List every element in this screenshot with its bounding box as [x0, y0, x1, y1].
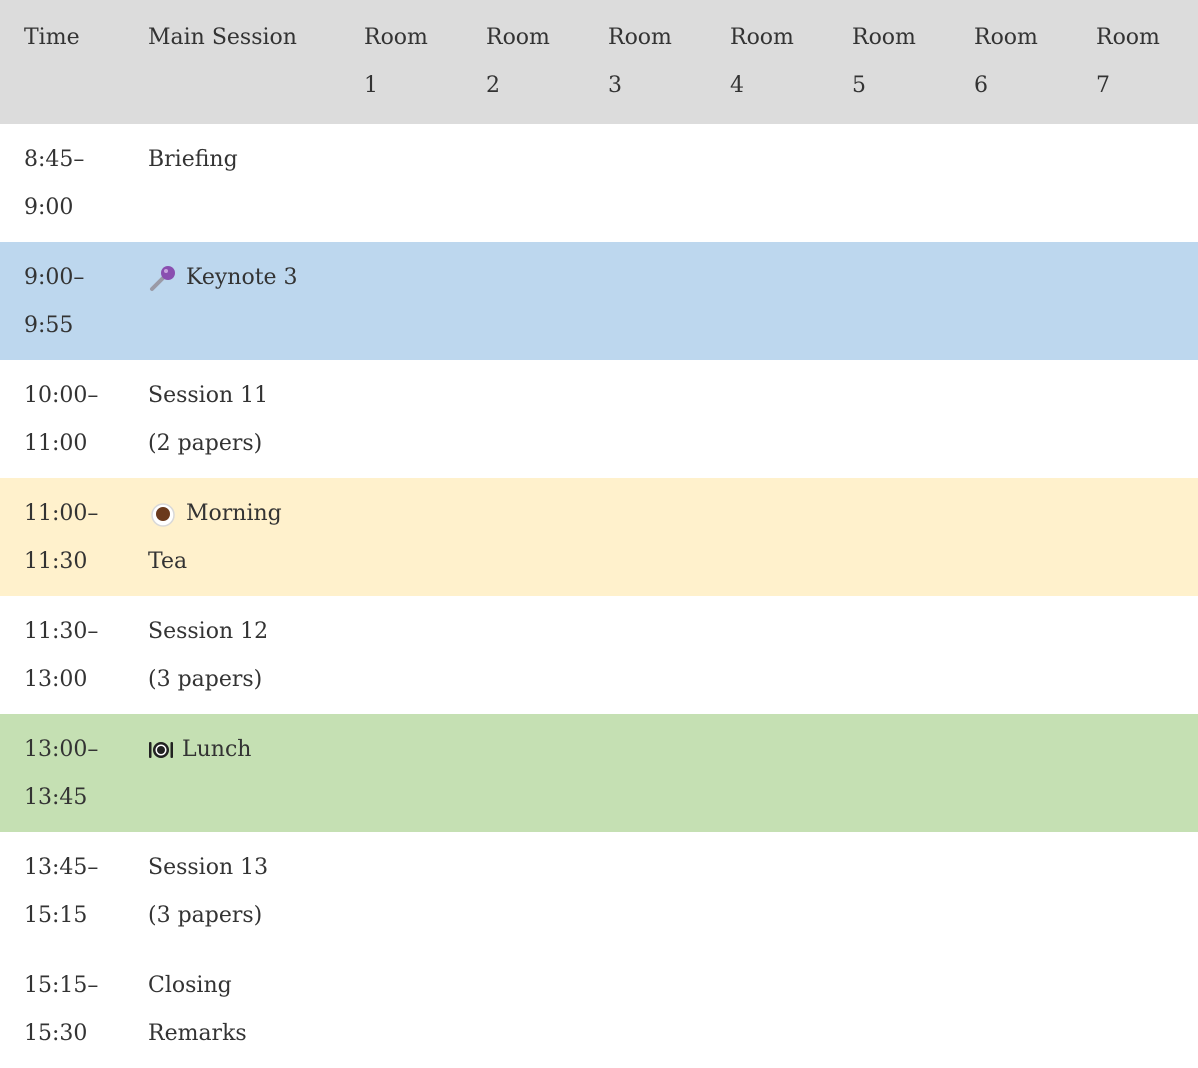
header-room-4: Room 4: [706, 0, 828, 124]
schedule-table: Time Main Session Room 1 Room 2 Room 3 R…: [0, 0, 1198, 1068]
header-room-number: 7: [1096, 73, 1110, 98]
header-room-7: Room 7: [1072, 0, 1198, 124]
time-end: 11:30: [24, 549, 88, 574]
session-title: Closing: [148, 973, 232, 998]
time-cell: 15:15– 15:30: [0, 950, 124, 1068]
header-room-number: 4: [730, 73, 744, 98]
time-cell: 11:00– 11:30: [0, 478, 124, 596]
session-title: Morning: [186, 501, 282, 526]
time-start: 13:00–: [24, 737, 99, 762]
session-subtitle: Tea: [148, 549, 188, 574]
session-cell: Keynote 3: [124, 242, 340, 360]
header-main-session-label: Main Session: [148, 25, 297, 50]
microphone-icon: [148, 263, 178, 293]
header-room-label: Room: [1096, 25, 1160, 50]
time-cell: 10:00– 11:00: [0, 360, 124, 478]
time-cell: 13:00– 13:45: [0, 714, 124, 832]
session-title-line: Lunch: [148, 726, 340, 774]
header-room-number: 3: [608, 73, 622, 98]
table-row: 8:45– 9:00 Briefing: [0, 124, 1198, 242]
session-title: Briefing: [148, 147, 238, 172]
session-cell: Session 11 (2 papers): [124, 360, 340, 478]
session-subtitle: (2 papers): [148, 431, 263, 456]
header-time-label: Time: [24, 25, 80, 50]
header-room-label: Room: [486, 25, 550, 50]
session-cell: Lunch: [124, 714, 340, 832]
header-room-3: Room 3: [584, 0, 706, 124]
header-room-6: Room 6: [950, 0, 1072, 124]
time-start: 15:15–: [24, 973, 99, 998]
header-room-label: Room: [364, 25, 428, 50]
session-cell: Session 13 (3 papers): [124, 832, 340, 950]
table-row: 9:00– 9:55 Keynote 3: [0, 242, 1198, 360]
time-end: 13:00: [24, 667, 88, 692]
time-start: 8:45–: [24, 147, 85, 172]
header-room-label: Room: [608, 25, 672, 50]
session-subtitle: Remarks: [148, 1021, 247, 1046]
header-time: Time: [0, 0, 124, 124]
time-cell: 9:00– 9:55: [0, 242, 124, 360]
time-cell: 8:45– 9:00: [0, 124, 124, 242]
table-row: 10:00– 11:00 Session 11 (2 papers): [0, 360, 1198, 478]
header-room-number: 2: [486, 73, 500, 98]
session-cell: Closing Remarks: [124, 950, 340, 1068]
header-room-number: 6: [974, 73, 988, 98]
table-row: 13:00– 13:45 Lunch: [0, 714, 1198, 832]
tea-cup-icon: [148, 499, 178, 529]
session-title-line: Morning: [148, 490, 340, 538]
header-room-label: Room: [730, 25, 794, 50]
time-cell: 11:30– 13:00: [0, 596, 124, 714]
session-title: Lunch: [182, 737, 252, 762]
time-end: 9:55: [24, 313, 74, 338]
session-cell: Briefing: [124, 124, 340, 242]
header-room-number: 1: [364, 73, 378, 98]
table-row: 11:30– 13:00 Session 12 (3 papers): [0, 596, 1198, 714]
table-row: 11:00– 11:30 Morning Tea: [0, 478, 1198, 596]
header-room-2: Room 2: [462, 0, 584, 124]
header-room-label: Room: [852, 25, 916, 50]
session-title: Session 11: [148, 383, 269, 408]
table-row: 13:45– 15:15 Session 13 (3 papers): [0, 832, 1198, 950]
time-start: 10:00–: [24, 383, 99, 408]
time-end: 15:15: [24, 903, 88, 928]
time-end: 11:00: [24, 431, 88, 456]
session-subtitle: (3 papers): [148, 903, 263, 928]
time-end: 13:45: [24, 785, 88, 810]
time-end: 9:00: [24, 195, 74, 220]
header-room-5: Room 5: [828, 0, 950, 124]
session-title: Keynote 3: [186, 265, 298, 290]
time-cell: 13:45– 15:15: [0, 832, 124, 950]
time-end: 15:30: [24, 1021, 88, 1046]
header-room-1: Room 1: [340, 0, 462, 124]
session-cell: Morning Tea: [124, 478, 340, 596]
table-row: 15:15– 15:30 Closing Remarks: [0, 950, 1198, 1068]
header-room-label: Room: [974, 25, 1038, 50]
header-room-number: 5: [852, 73, 866, 98]
time-start: 9:00–: [24, 265, 85, 290]
time-start: 11:30–: [24, 619, 99, 644]
session-subtitle: (3 papers): [148, 667, 263, 692]
session-cell: Session 12 (3 papers): [124, 596, 340, 714]
session-title-line: Keynote 3: [148, 254, 340, 302]
header-main-session: Main Session: [124, 0, 340, 124]
header-row: Time Main Session Room 1 Room 2 Room 3 R…: [0, 0, 1198, 124]
time-start: 13:45–: [24, 855, 99, 880]
time-start: 11:00–: [24, 501, 99, 526]
plate-cutlery-icon: [148, 737, 174, 763]
session-title: Session 13: [148, 855, 269, 880]
session-title: Session 12: [148, 619, 269, 644]
